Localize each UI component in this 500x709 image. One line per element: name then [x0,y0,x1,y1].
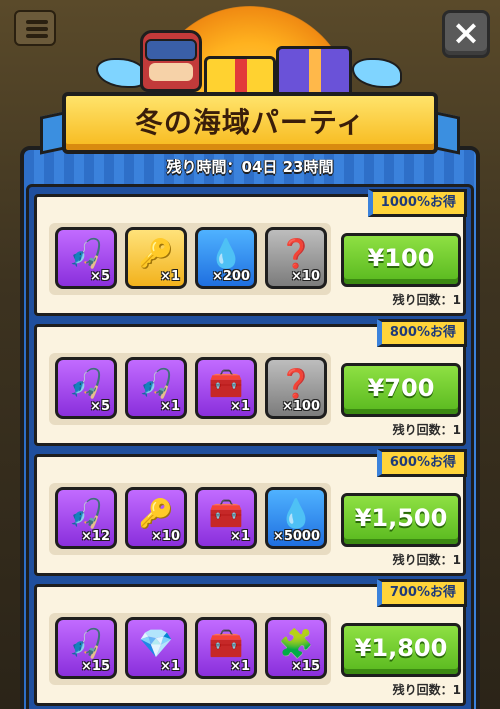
remaining-purchases: 残り回数：1 [392,553,461,567]
ninja-mascot-icon [140,30,202,92]
reward-items: 🎣 ×5 🎣 ×1 🧰 ×1 ❓ ×100 [49,353,331,425]
close-button[interactable]: × [442,10,490,58]
item-quantity: ×100 [281,399,320,414]
reward-items: 🎣 ×15 💎 ×1 🧰 ×1 🧩 ×15 [49,613,331,685]
item-quantity: ×1 [160,399,180,414]
fishing-lure-icon: 🎣 [68,627,104,660]
item-quantity: ×10 [151,529,180,544]
item-quantity: ×1 [230,399,250,414]
event-title-banner: 冬の海域パーティ [62,92,438,154]
treasure-chest-icon: 🧰 [208,367,244,400]
treasure-chest-icon: 🧰 [208,627,244,660]
buy-button[interactable]: ¥700 [341,363,461,417]
item-quantity: ×5000 [272,529,320,544]
reward-item[interactable]: 🧩 ×15 [265,617,327,679]
offer-card: 800%お得 🎣 ×5 🎣 ×1 🧰 ×1 ❓ ×100 ¥700 残り回数：1 [34,319,467,446]
reward-item[interactable]: 🎣 ×5 [55,357,117,419]
reward-item[interactable]: 🎣 ×15 [55,617,117,679]
key-icon: 🔑 [138,497,174,530]
reward-items: 🎣 ×12 🔑 ×10 🧰 ×1 💧 ×5000 [49,483,331,555]
buy-button[interactable]: ¥100 [341,233,461,287]
offer-card: 1000%お得 🎣 ×5 🔑 ×1 💧 ×200 ❓ ×10 ¥100 残り回数：1 [34,189,467,316]
close-icon: × [451,13,481,53]
reward-item[interactable]: 🔑 ×10 [125,487,187,549]
remaining-purchases: 残り回数：1 [392,293,461,307]
fishing-rod-icon: 🎣 [138,367,174,400]
reward-item[interactable]: ❓ ×100 [265,357,327,419]
offer-card: 600%お得 🎣 ×12 🔑 ×10 🧰 ×1 💧 ×5000 ¥1,500 残り回数：1 [34,449,467,576]
fishing-lure-icon: 🎣 [68,237,104,270]
menu-icon [14,10,56,46]
fishing-lure-icon: 🎣 [68,497,104,530]
reward-item[interactable]: 💧 ×5000 [265,487,327,549]
reward-items: 🎣 ×5 🔑 ×1 💧 ×200 ❓ ×10 [49,223,331,295]
item-quantity: ×1 [230,529,250,544]
reward-item[interactable]: 🧰 ×1 [195,487,257,549]
event-timer: 残り時間：04日 23時間 [166,158,334,176]
item-quantity: ×200 [211,269,250,284]
item-quantity: ×1 [160,269,180,284]
treasure-chest-icon: 🧰 [208,497,244,530]
item-quantity: ×15 [81,659,110,674]
reward-item[interactable]: ❓ ×10 [265,227,327,289]
item-quantity: ×5 [90,269,110,284]
item-quantity: ×15 [291,659,320,674]
reward-item[interactable]: 🎣 ×5 [55,227,117,289]
reward-item[interactable]: 💧 ×200 [195,227,257,289]
buy-button[interactable]: ¥1,500 [341,493,461,547]
reward-item[interactable]: 🎣 ×12 [55,487,117,549]
gem-chest-icon: 💎 [138,627,174,660]
oil-drop-icon: 💧 [278,497,314,530]
discount-tag: 700%お得 [376,579,467,607]
item-quantity: ×12 [81,529,110,544]
oil-drop-icon: 💧 [208,237,244,270]
item-quantity: ×1 [230,659,250,674]
item-quantity: ×1 [160,659,180,674]
event-title: 冬の海域パーティ [134,106,366,139]
remaining-purchases: 残り回数：1 [392,683,461,697]
mystery-map-icon: ❓ [278,237,314,270]
buy-button[interactable]: ¥1,800 [341,623,461,677]
item-quantity: ×5 [90,399,110,414]
discount-tag: 1000%お得 [367,189,467,217]
mystery-map-icon: ❓ [278,367,314,400]
reward-item[interactable]: 🎣 ×1 [125,357,187,419]
discount-tag: 800%お得 [376,319,467,347]
discount-tag: 600%お得 [376,449,467,477]
reward-item[interactable]: 🧰 ×1 [195,617,257,679]
reward-item[interactable]: 💎 ×1 [125,617,187,679]
reward-item[interactable]: 🔑 ×1 [125,227,187,289]
remaining-purchases: 残り回数：1 [392,423,461,437]
fishing-lure-icon: 🎣 [68,367,104,400]
reward-item[interactable]: 🧰 ×1 [195,357,257,419]
key-icon: 🔑 [138,237,174,270]
puzzle-piece-icon: 🧩 [278,627,314,660]
offer-card: 700%お得 🎣 ×15 💎 ×1 🧰 ×1 🧩 ×15 ¥1,800 残り回数：1 [34,579,467,706]
item-quantity: ×10 [291,269,320,284]
